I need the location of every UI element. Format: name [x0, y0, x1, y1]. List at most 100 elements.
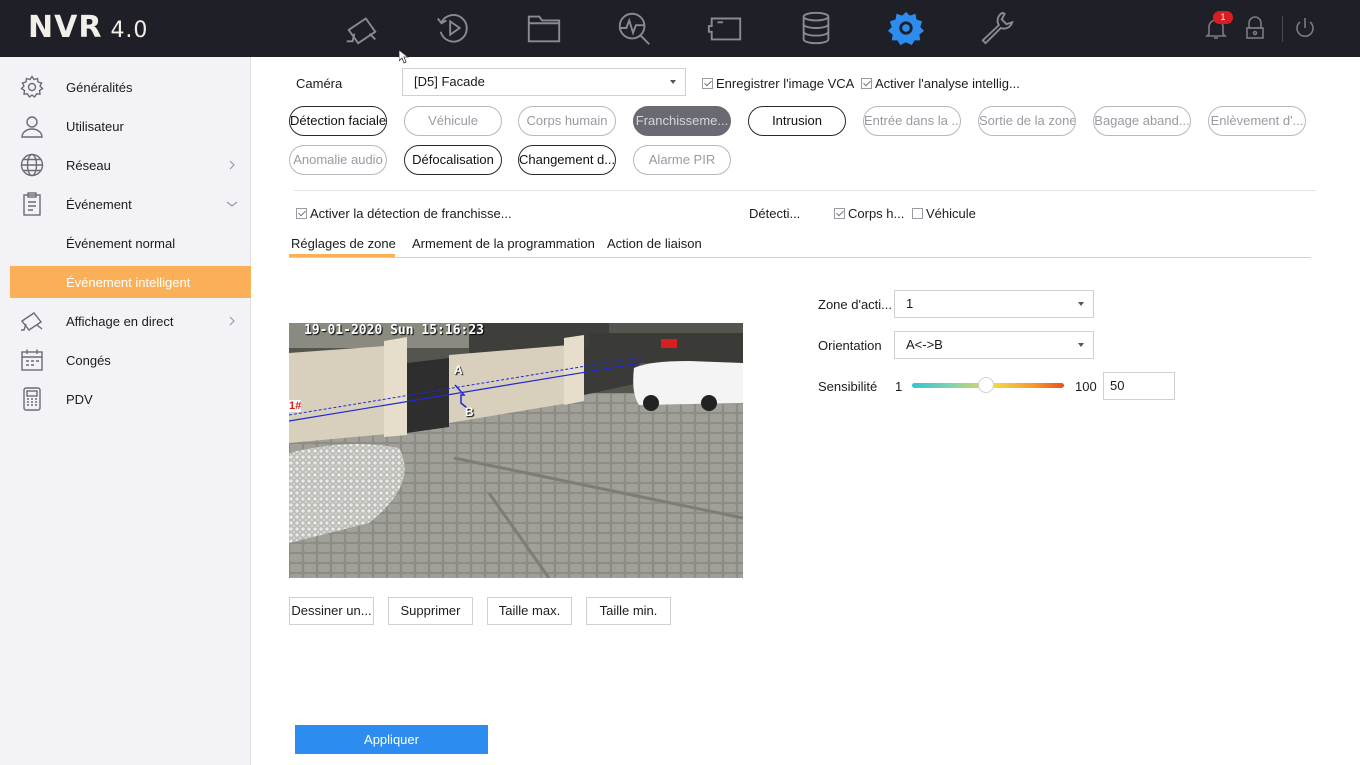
target-human-checkbox[interactable]: Corps h...	[834, 206, 904, 221]
event-object-removal[interactable]: Enlèvement d'...	[1208, 106, 1306, 136]
video-preview[interactable]: 19-01-2020 Sun 15:16:23 A B 1#	[289, 323, 743, 578]
delete-button[interactable]: Supprimer	[388, 597, 473, 625]
sidebar-item-label: Événement normal	[66, 235, 176, 251]
event-defocus[interactable]: Défocalisation	[404, 145, 502, 175]
sidebar-item-live-view[interactable]: Affichage en direct	[10, 305, 251, 337]
search-graph-icon[interactable]	[613, 8, 655, 48]
sidebar-item-label: Événement intelligent	[66, 274, 191, 290]
clipboard-icon	[23, 192, 41, 216]
main-panel: Caméra [D5] Facade Enregistrer l'image V…	[251, 57, 1360, 765]
tab-baseline	[289, 257, 1311, 258]
sidebar-item-label: Généralités	[66, 79, 133, 95]
sidebar-item-holiday[interactable]: Congés	[10, 344, 251, 376]
tab-linkage-action[interactable]: Action de liaison	[607, 236, 702, 251]
enable-analysis-checkbox[interactable]: Activer l'analyse intellig...	[861, 76, 1020, 91]
settings-icon[interactable]	[885, 8, 927, 48]
power-icon[interactable]	[1289, 12, 1321, 44]
sidebar-item-pos[interactable]: PDV	[10, 383, 251, 415]
sidebar-item-label: Affichage en direct	[66, 313, 174, 329]
orientation-label: Orientation	[818, 338, 882, 353]
zone-select-value: 1	[906, 296, 914, 311]
target-human-label: Corps h...	[848, 206, 905, 221]
event-intrusion[interactable]: Intrusion	[748, 106, 846, 136]
playback-icon[interactable]	[432, 8, 474, 48]
sidebar-item-smart-event[interactable]: Événement intelligent	[10, 266, 251, 298]
sidebar-item-label: Congés	[66, 352, 111, 368]
direction-label-a: A	[454, 363, 463, 377]
pos-icon	[23, 387, 41, 411]
sidebar-item-network[interactable]: Réseau	[10, 149, 251, 181]
orientation-select-value: A<->B	[906, 337, 943, 352]
sidebar: Généralités Utilisateur Réseau Événement…	[0, 57, 251, 765]
detection-target-label: Détecti...	[749, 206, 801, 221]
sensitivity-min: 1	[895, 379, 903, 394]
gear-icon	[20, 75, 44, 99]
sidebar-item-user[interactable]: Utilisateur	[10, 110, 251, 142]
app-logo: NVR 4.0	[28, 10, 149, 45]
active-tab-indicator	[289, 254, 395, 257]
chevron-right-icon	[229, 160, 235, 170]
divider	[294, 190, 1316, 191]
lock-user-icon[interactable]	[1239, 12, 1271, 44]
topbar-divider	[1282, 16, 1283, 42]
min-size-button[interactable]: Taille min.	[586, 597, 671, 625]
orientation-select[interactable]: A<->B	[894, 331, 1094, 359]
sidebar-item-label: Utilisateur	[66, 118, 124, 134]
zone-select[interactable]: 1	[894, 290, 1094, 318]
apply-button[interactable]: Appliquer	[295, 725, 488, 754]
event-pir-alarm[interactable]: Alarme PIR	[633, 145, 731, 175]
direction-label-b: B	[465, 405, 474, 419]
line-marker: 1#	[289, 400, 302, 412]
target-vehicle-label: Véhicule	[926, 206, 976, 221]
user-icon	[21, 116, 43, 138]
checkbox-box[interactable]	[912, 208, 923, 219]
event-audio-anomaly[interactable]: Anomalie audio	[289, 145, 387, 175]
video-timestamp: 19-01-2020 Sun 15:16:23	[304, 323, 485, 338]
sensitivity-slider-handle[interactable]	[978, 377, 994, 393]
storage-icon[interactable]	[795, 8, 837, 48]
sensitivity-label: Sensibilité	[818, 379, 878, 394]
enable-analysis-label: Activer l'analyse intellig...	[875, 76, 1020, 91]
wrench-icon[interactable]	[976, 8, 1018, 48]
checkbox-box[interactable]	[834, 208, 845, 219]
caret-down-icon	[1078, 302, 1084, 306]
camera-select[interactable]: [D5] Facade	[402, 68, 686, 96]
caret-down-icon	[1078, 343, 1084, 347]
sidebar-item-event[interactable]: Événement	[10, 188, 251, 220]
sidebar-item-label: PDV	[66, 391, 93, 407]
save-vca-checkbox[interactable]: Enregistrer l'image VCA	[702, 76, 854, 91]
caret-down-icon	[670, 80, 676, 84]
tab-area-settings[interactable]: Réglages de zone	[291, 236, 396, 251]
globe-icon	[20, 153, 44, 177]
camera-select-value: [D5] Facade	[414, 74, 485, 89]
event-face-detection[interactable]: Détection faciale	[289, 106, 387, 136]
event-region-exit[interactable]: Sortie de la zone	[978, 106, 1076, 136]
video-icon[interactable]	[704, 8, 746, 48]
enable-detection-label: Activer la détection de franchisse...	[310, 206, 512, 221]
sidebar-item-label: Réseau	[66, 157, 111, 173]
event-scene-change[interactable]: Changement d...	[518, 145, 616, 175]
checkbox-box[interactable]	[702, 78, 713, 89]
notification-badge: 1	[1213, 11, 1233, 24]
event-vehicle[interactable]: Véhicule	[404, 106, 502, 136]
top-bar: NVR 4.0 1	[0, 0, 1360, 57]
sidebar-item-normal-event[interactable]: Événement normal	[10, 227, 251, 259]
event-human-body[interactable]: Corps humain	[518, 106, 616, 136]
zone-label: Zone d'acti...	[818, 297, 893, 312]
sidebar-item-label: Événement	[66, 196, 132, 212]
target-vehicle-checkbox[interactable]: Véhicule	[912, 206, 976, 221]
sensitivity-input[interactable]: 50	[1103, 372, 1175, 400]
folder-icon[interactable]	[523, 8, 565, 48]
checkbox-box[interactable]	[296, 208, 307, 219]
event-line-crossing[interactable]: Franchisseme...	[633, 106, 731, 136]
event-unattended-baggage[interactable]: Bagage aband...	[1093, 106, 1191, 136]
draw-line-button[interactable]: Dessiner un...	[289, 597, 374, 625]
enable-line-crossing-checkbox[interactable]: Activer la détection de franchisse...	[296, 206, 512, 221]
camera-icon[interactable]	[341, 8, 383, 48]
sensitivity-max: 100	[1075, 379, 1097, 394]
max-size-button[interactable]: Taille max.	[487, 597, 572, 625]
tab-arming-schedule[interactable]: Armement de la programmation	[412, 236, 595, 251]
checkbox-box[interactable]	[861, 78, 872, 89]
sidebar-item-general[interactable]: Généralités	[10, 71, 251, 103]
event-region-entrance[interactable]: Entrée dans la ...	[863, 106, 961, 136]
